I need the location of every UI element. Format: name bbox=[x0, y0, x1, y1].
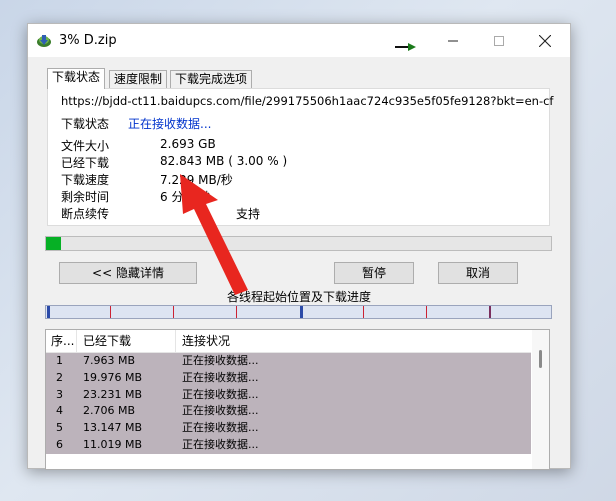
thread-progress-caption: 各线程起始位置及下载进度 bbox=[226, 290, 371, 304]
table-row[interactable]: 2 19.976 MB 正在接收数据... bbox=[46, 369, 531, 387]
tab-speed-limit[interactable]: 速度限制 bbox=[109, 70, 168, 88]
hide-details-button[interactable]: << 隐藏详情 bbox=[59, 262, 197, 284]
table-row[interactable]: 1 7.963 MB 正在接收数据... bbox=[46, 353, 531, 370]
maximize-icon bbox=[494, 35, 504, 46]
thread-downloaded: 11.019 MB bbox=[83, 437, 143, 451]
cancel-button[interactable]: 取消 bbox=[438, 262, 518, 284]
thread-rows: 1 7.963 MB 正在接收数据... 2 19.976 MB 正在接收数据.… bbox=[46, 353, 531, 454]
column-header-number[interactable]: 序... bbox=[46, 330, 77, 352]
thread-list[interactable]: 序... 已经下载 连接状况 1 7.963 MB 正在接收数据... 2 19… bbox=[45, 329, 550, 470]
download-window: 3% D.zip 下载状态 速度限制 下载完成选项 https://bjdd-c… bbox=[27, 23, 571, 470]
thread-marker bbox=[173, 306, 174, 318]
thread-state: 正在接收数据... bbox=[182, 404, 259, 418]
minimize-icon bbox=[448, 40, 458, 41]
table-row[interactable]: 4 2.706 MB 正在接收数据... bbox=[46, 403, 531, 421]
thread-number: 3 bbox=[56, 387, 63, 401]
status-value: 正在接收数据... bbox=[128, 117, 212, 131]
remaining-label: 剩余时间 bbox=[61, 190, 110, 204]
thread-state: 正在接收数据... bbox=[182, 387, 259, 401]
thread-number: 6 bbox=[56, 437, 63, 451]
file-size-value: 2.693 GB bbox=[160, 137, 216, 151]
remaining-value: 6 分 7 秒 bbox=[160, 190, 211, 204]
thread-downloaded: 7.963 MB bbox=[83, 354, 136, 367]
speed-label: 下载速度 bbox=[61, 173, 110, 187]
column-header-connection[interactable]: 连接状况 bbox=[176, 330, 531, 352]
thread-state: 正在接收数据... bbox=[182, 370, 259, 384]
thread-number: 1 bbox=[56, 354, 63, 367]
download-progress-fill bbox=[46, 237, 61, 250]
thread-list-scrollbar[interactable] bbox=[532, 330, 549, 469]
thread-number: 5 bbox=[56, 421, 63, 435]
idm-app-icon bbox=[37, 35, 51, 47]
thread-list-header: 序... 已经下载 连接状况 bbox=[46, 330, 531, 353]
thread-marker bbox=[426, 306, 427, 318]
thread-state: 正在接收数据... bbox=[182, 437, 259, 451]
downloaded-value: 82.843 MB ( 3.00 % ) bbox=[160, 154, 288, 168]
close-button[interactable] bbox=[522, 24, 568, 57]
resume-value: 支持 bbox=[236, 207, 261, 221]
thread-number: 2 bbox=[56, 370, 63, 384]
thread-downloaded: 13.147 MB bbox=[83, 421, 143, 435]
file-size-label: 文件大小 bbox=[61, 139, 110, 153]
thread-number: 4 bbox=[56, 404, 63, 418]
thread-marker bbox=[489, 306, 491, 318]
status-panel: https://bjdd-ct11.baidupcs.com/file/2991… bbox=[47, 88, 554, 226]
close-icon bbox=[539, 34, 551, 47]
thread-marker bbox=[363, 306, 364, 318]
scrollbar-thumb[interactable] bbox=[539, 350, 542, 368]
thread-state: 正在接收数据... bbox=[182, 421, 259, 435]
download-progress-bar bbox=[45, 236, 552, 251]
tab-download-status[interactable]: 下载状态 bbox=[47, 68, 106, 89]
mouse-cursor-icon bbox=[395, 43, 416, 51]
tab-completion-options[interactable]: 下载完成选项 bbox=[170, 70, 253, 88]
thread-marker bbox=[47, 306, 50, 318]
title-bar[interactable]: 3% D.zip bbox=[28, 24, 570, 57]
thread-downloaded: 19.976 MB bbox=[83, 370, 143, 384]
table-row[interactable]: 5 13.147 MB 正在接收数据... bbox=[46, 420, 531, 437]
thread-progress-bar bbox=[45, 305, 552, 319]
pause-button[interactable]: 暂停 bbox=[334, 262, 414, 284]
thread-downloaded: 23.231 MB bbox=[83, 387, 143, 401]
table-row[interactable]: 6 11.019 MB 正在接收数据... bbox=[46, 436, 531, 454]
column-header-downloaded[interactable]: 已经下载 bbox=[77, 330, 176, 352]
thread-marker bbox=[300, 306, 303, 318]
minimize-button[interactable] bbox=[430, 24, 476, 57]
download-url: https://bjdd-ct11.baidupcs.com/file/2991… bbox=[61, 94, 554, 108]
status-label: 下载状态 bbox=[61, 117, 110, 131]
maximize-button[interactable] bbox=[476, 24, 522, 57]
thread-marker bbox=[236, 306, 237, 318]
speed-value: 7.229 MB/秒 bbox=[160, 173, 233, 187]
table-row[interactable]: 3 23.231 MB 正在接收数据... bbox=[46, 386, 531, 404]
thread-state: 正在接收数据... bbox=[182, 354, 259, 367]
window-title: 3% D.zip bbox=[59, 33, 117, 48]
resume-label: 断点续传 bbox=[61, 207, 110, 221]
thread-marker bbox=[110, 306, 111, 318]
downloaded-label: 已经下载 bbox=[61, 156, 110, 170]
thread-downloaded: 2.706 MB bbox=[83, 404, 136, 418]
